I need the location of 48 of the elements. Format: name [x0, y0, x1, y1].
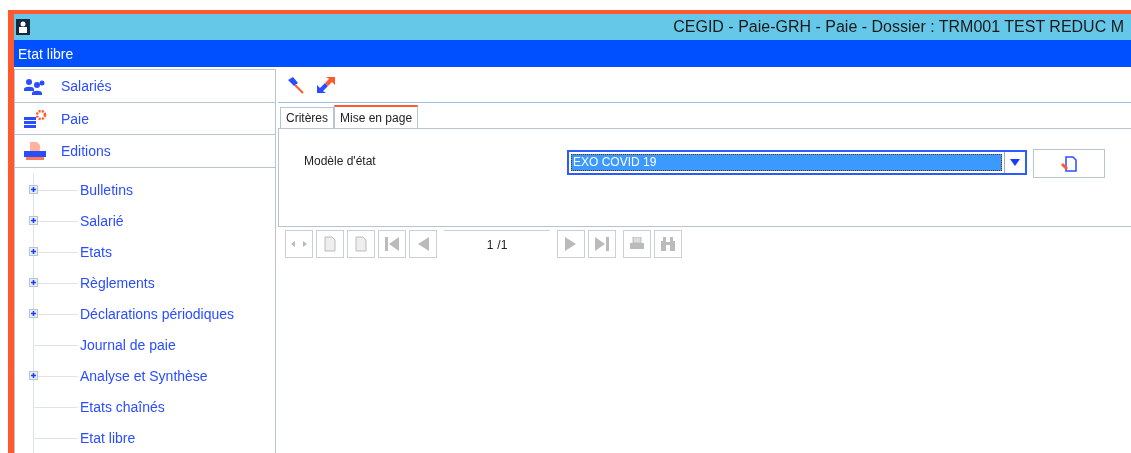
- tree-item[interactable]: Journal de paie: [80, 336, 176, 353]
- payroll-icon: [23, 109, 47, 128]
- expand-icon[interactable]: [29, 309, 38, 318]
- app-logo-icon: [16, 19, 30, 35]
- tab[interactable]: Critères: [280, 107, 334, 128]
- binoculars-button[interactable]: [654, 230, 682, 258]
- binoculars-icon: [660, 237, 676, 251]
- window-title: CEGID - Paie-GRH - Paie - Dossier : TRM001 TEST REDUC M: [673, 18, 1124, 36]
- expand-icon[interactable]: [29, 216, 38, 225]
- first-page-icon: [384, 236, 400, 252]
- dropdown-arrow-icon[interactable]: [1010, 159, 1020, 166]
- previous-page-button[interactable]: [409, 230, 437, 258]
- tree-item[interactable]: Règlements: [80, 274, 155, 291]
- tree-item[interactable]: Salarié: [80, 212, 124, 229]
- tree-item[interactable]: Analyse et Synthèse: [80, 367, 208, 384]
- previous-icon: [416, 236, 430, 252]
- expand-icon[interactable]: [29, 278, 38, 287]
- page-indicator: 1 /1: [444, 230, 550, 258]
- print-button[interactable]: [623, 230, 651, 258]
- document-icon: [355, 236, 367, 252]
- sidebar-section[interactable]: Editions: [15, 135, 275, 168]
- printer-icon: [23, 142, 47, 161]
- tree-item[interactable]: Bulletins: [80, 181, 133, 198]
- expand-icon[interactable]: [29, 247, 38, 256]
- tree-item[interactable]: Etats: [80, 243, 112, 260]
- arrows-icon: [291, 240, 307, 248]
- next-page-button[interactable]: [557, 230, 585, 258]
- expand-icon[interactable]: [29, 371, 38, 380]
- tree-item[interactable]: Etats chaînés: [80, 398, 165, 415]
- tree-item[interactable]: Déclarations périodiques: [80, 305, 235, 322]
- people-icon: [23, 76, 47, 95]
- document-icon: [324, 236, 336, 252]
- sidebar-section[interactable]: Salariés: [15, 70, 275, 103]
- last-page-button[interactable]: [588, 230, 616, 258]
- next-icon: [564, 236, 578, 252]
- field-label: Modèle d'état: [304, 154, 377, 168]
- first-page-button[interactable]: [378, 230, 406, 258]
- last-page-icon: [594, 236, 610, 252]
- tree-item[interactable]: Etat libre: [80, 429, 136, 446]
- sidebar-section[interactable]: Paie: [15, 102, 275, 136]
- printer-icon: [629, 237, 645, 251]
- pin-icon[interactable]: [286, 76, 306, 94]
- edit-template-button[interactable]: [1033, 149, 1105, 178]
- document-edit-icon: [1061, 155, 1077, 172]
- screen-title: Etat libre: [18, 45, 74, 62]
- tab[interactable]: Mise en page: [334, 105, 419, 128]
- arrows-icon[interactable]: [316, 76, 336, 94]
- expand-icon[interactable]: [29, 185, 38, 194]
